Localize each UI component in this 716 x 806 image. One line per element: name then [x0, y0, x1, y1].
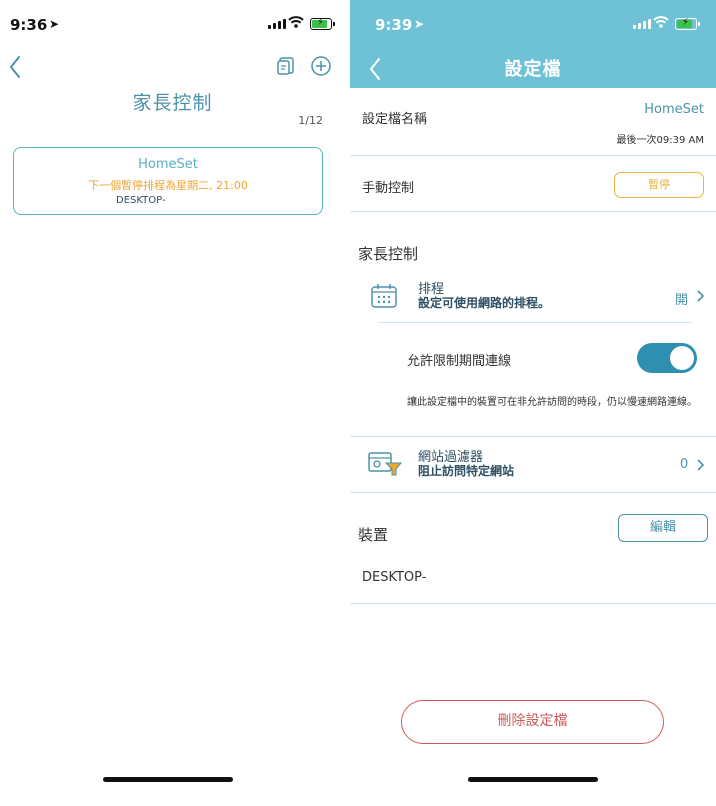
parental-control-heading: 家長控制 — [358, 245, 419, 263]
add-circle-icon[interactable] — [310, 55, 332, 77]
divider — [350, 211, 716, 212]
allow-during-limit-label: 允許限制期間連線 — [407, 354, 512, 369]
parental-control-screen: 9:36 ➤ ⚡ 家長控制 1/12 HomeSet 下一個暫停排程為星期二, … — [0, 0, 345, 806]
devices-heading: 裝置 — [358, 526, 389, 544]
page-title: 家長控制 — [132, 92, 213, 114]
page-title: 設定檔 — [504, 59, 562, 80]
status-bar: 9:36 ➤ ⚡ — [0, 0, 345, 50]
signal-icon — [633, 19, 651, 29]
device-name: DESKTOP- — [116, 195, 166, 206]
status-time: 9:39 — [375, 16, 413, 34]
delete-profile-button[interactable]: 刪除設定檔 — [401, 700, 664, 744]
signal-icon — [268, 19, 286, 29]
status-time: 9:36 — [10, 16, 48, 34]
divider — [350, 603, 716, 604]
home-indicator[interactable] — [103, 777, 233, 782]
wifi-icon — [653, 16, 669, 28]
allow-during-limit-note: 讓此設定檔中的裝置可在非允許訪問的時段，仍以慢速網路連線。 — [407, 397, 697, 408]
battery-icon: ⚡ — [675, 17, 700, 30]
profile-name: HomeSet — [138, 157, 198, 172]
location-arrow-icon: ➤ — [49, 17, 60, 31]
schedule-note: 下一個暫停排程為星期二, 21:00 — [88, 179, 248, 192]
divider — [350, 492, 716, 493]
profile-settings-screen: 9:39 ➤ ⚡ 設定檔 設定檔名稱 HomeSet 最後一次09:39 AM … — [350, 0, 716, 806]
pause-button[interactable]: 暫停 — [614, 172, 704, 198]
calendar-icon — [371, 284, 397, 308]
web-filter-icon — [368, 452, 402, 476]
chevron-right-icon — [697, 290, 705, 302]
wifi-icon — [288, 16, 304, 28]
web-filter-count: 0 — [680, 457, 689, 472]
profile-card[interactable]: HomeSet 下一個暫停排程為星期二, 21:00 DESKTOP- — [13, 147, 323, 215]
device-list-item[interactable]: DESKTOP- — [362, 570, 426, 585]
location-arrow-icon: ➤ — [414, 17, 425, 31]
back-chevron-icon[interactable] — [6, 54, 26, 80]
page-counter: 1/12 — [298, 114, 323, 127]
profile-name-value[interactable]: HomeSet — [644, 102, 704, 117]
schedule-value: 開 — [675, 293, 689, 308]
status-bar: 9:39 ➤ ⚡ — [350, 0, 716, 50]
divider — [378, 322, 692, 323]
last-updated: 最後一次09:39 AM — [616, 135, 704, 146]
profile-name-label: 設定檔名稱 — [362, 112, 428, 127]
nav-bar: 設定檔 — [350, 50, 716, 88]
profile-switch-icon[interactable] — [275, 55, 297, 77]
edit-button[interactable]: 編輯 — [618, 514, 708, 542]
web-filter-subtitle: 阻止訪問特定網站 — [418, 464, 515, 478]
home-indicator[interactable] — [468, 777, 598, 782]
divider — [350, 155, 716, 156]
manual-control-label: 手動控制 — [362, 181, 415, 196]
battery-icon: ⚡ — [310, 17, 335, 30]
divider — [350, 436, 716, 437]
allow-during-limit-toggle[interactable] — [637, 343, 697, 373]
chevron-right-icon — [697, 459, 705, 471]
schedule-subtitle: 設定可使用網路的排程。 — [418, 296, 551, 310]
